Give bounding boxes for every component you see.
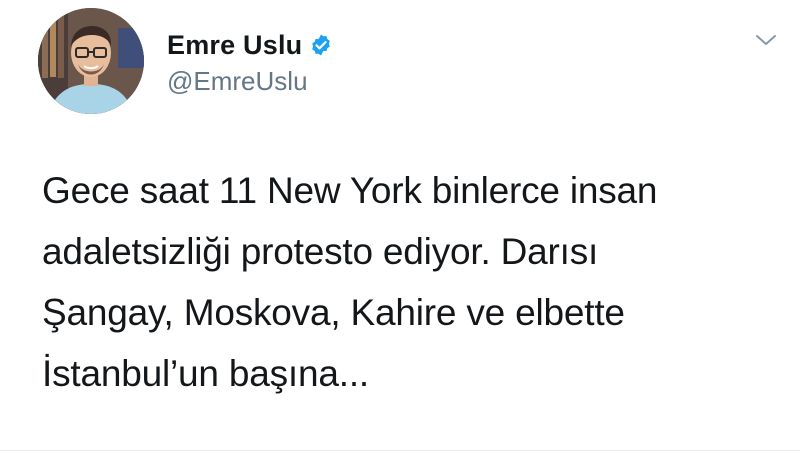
tweet-text-line: Şangay, Moskova, Kahire ve elbette [42,292,625,333]
tweet-text: Gece saat 11 New York binlerce insan ada… [42,160,762,404]
tweet-text-line: adaletsizliği protesto ediyor. Darısı [42,231,599,272]
verified-badge-icon [312,34,331,56]
tweet-text-line: Gece saat 11 New York binlerce insan [42,170,658,211]
tweet-text-line: İstanbul’un başına... [42,353,369,394]
chevron-down-icon[interactable] [754,32,778,48]
tweet-card: Emre Uslu @EmreUslu Gece saat 11 New Yor… [0,0,800,454]
author-avatar[interactable] [38,8,144,114]
author-display-name[interactable]: Emre Uslu [167,30,302,61]
divider [0,450,800,451]
author-name-row[interactable]: Emre Uslu [167,28,333,62]
author-handle[interactable]: @EmreUslu [167,66,308,97]
avatar-photo-icon [38,8,144,114]
